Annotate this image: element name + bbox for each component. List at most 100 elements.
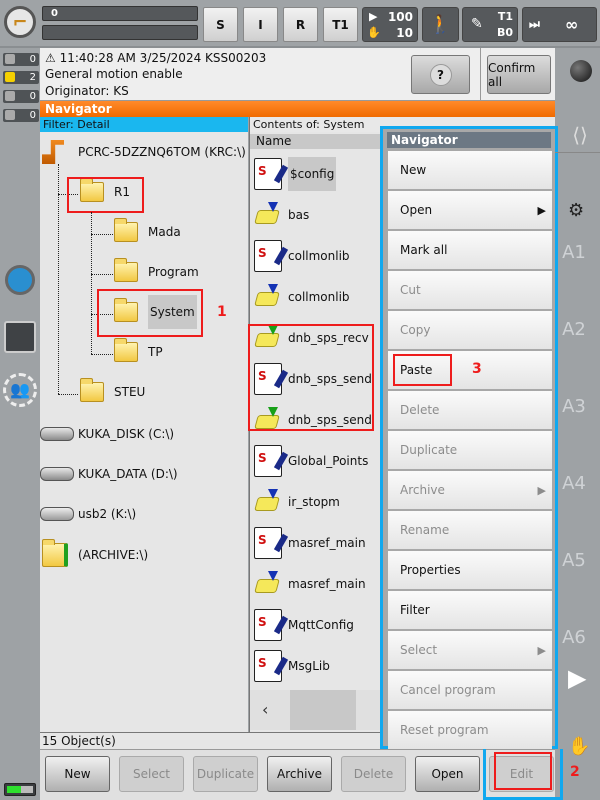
axis-label-a5[interactable]: A5 [554, 550, 594, 571]
file-name: collmonlib [288, 290, 350, 304]
menu-item-label: Reset program [400, 723, 489, 737]
file-list-item[interactable]: collmonlib [254, 279, 350, 315]
file-list-item[interactable]: ir_stopm [254, 484, 340, 520]
tree-item-kuka-disk[interactable]: KUKA_DISK (C:\) [40, 420, 174, 448]
tree-line [58, 164, 59, 394]
tool-number: T1 [497, 10, 513, 23]
horizontal-scrollbar[interactable]: ‹ [250, 690, 390, 730]
count: 0 [29, 110, 36, 121]
menu-item-delete[interactable]: Delete [388, 391, 552, 429]
settings-gear-icon[interactable] [5, 265, 35, 295]
menu-item-cancel-program[interactable]: Cancel program [388, 671, 552, 709]
scroll-left-icon[interactable]: ‹ [262, 700, 268, 719]
dialog-message-count[interactable]: 0 [3, 109, 39, 122]
tree-item-tp[interactable]: TP [114, 338, 163, 366]
folder-tree[interactable]: PCRC-5DZZNQ6TOM (KRC:\) R1 Mada Program … [40, 132, 248, 732]
file-list-item[interactable]: bas [254, 197, 309, 233]
axis-label-a3[interactable]: A3 [554, 396, 594, 417]
menu-item-label: Copy [400, 323, 431, 337]
menu-item-cut[interactable]: Cut [388, 271, 552, 309]
data-file-icon [254, 489, 282, 515]
duplicate-button[interactable]: Duplicate [193, 756, 258, 792]
column-header-name[interactable]: Name [250, 134, 390, 149]
tree-item-kuka-data[interactable]: KUKA_DATA (D:\) [40, 460, 178, 488]
count: 2 [29, 72, 36, 83]
operating-mode-button[interactable]: T1 [323, 7, 358, 42]
menu-item-label: Mark all [400, 243, 448, 257]
source-file-icon [254, 158, 282, 190]
menu-item-copy[interactable]: Copy [388, 311, 552, 349]
play-icon: ▶ [369, 10, 378, 23]
select-button[interactable]: Select [119, 756, 184, 792]
menu-item-archive[interactable]: Archive ▶ [388, 471, 552, 509]
message-timestamp: 11:40:28 AM 3/25/2024 KSS00203 [59, 51, 267, 65]
incremental-jog-button[interactable]: ⏭ ∞ [522, 7, 597, 42]
info-message-count[interactable]: 0 [3, 90, 39, 103]
tree-item-steu[interactable]: STEU [80, 378, 145, 406]
tree-label: KUKA_DATA (D:\) [78, 467, 178, 481]
message-window[interactable]: ⚠ 11:40:28 AM 3/25/2024 KSS00203 General… [40, 48, 555, 101]
axis-label-a4[interactable]: A4 [554, 473, 594, 494]
confirm-all-button[interactable]: Confirm all [487, 55, 551, 94]
file-name: $config [288, 157, 337, 191]
delete-button[interactable]: Delete [341, 756, 406, 792]
kuka-main-menu-icon[interactable]: ⌐ [4, 6, 36, 38]
file-list-item[interactable]: MqttConfig [254, 607, 354, 643]
menu-item-duplicate[interactable]: Duplicate [388, 431, 552, 469]
open-button[interactable]: Open [415, 756, 480, 792]
warning-message-count[interactable]: 2 [3, 71, 39, 84]
help-button[interactable]: ? [411, 55, 470, 94]
jog-mode-arc-icon[interactable]: ⟨⟩ [565, 95, 595, 175]
file-list-item[interactable]: masref_main [254, 525, 366, 561]
tree-label: (ARCHIVE:\) [78, 548, 149, 562]
menu-item-properties[interactable]: Properties [388, 551, 552, 589]
clock-icon[interactable] [4, 321, 36, 353]
file-list[interactable]: Name $configbascollmonlibcollmonlibdnb_s… [248, 132, 390, 732]
new-button[interactable]: New [45, 756, 110, 792]
scrollbar-thumb[interactable] [290, 690, 356, 730]
tree-item-program[interactable]: Program [114, 258, 199, 286]
tree-label: Mada [148, 225, 181, 239]
menu-item-rename[interactable]: Rename [388, 511, 552, 549]
override-display[interactable]: ▶ 100 ✋ 10 [362, 7, 418, 42]
axis-jog-robot-icon[interactable]: ⚙ [568, 200, 584, 221]
axis-label-a2[interactable]: A2 [554, 319, 594, 340]
ack-message-count[interactable]: 0 [3, 53, 39, 66]
axis-label-a1[interactable]: A1 [554, 242, 594, 263]
tree-line [91, 274, 113, 275]
hard-drive-icon [40, 467, 74, 481]
hand-icon[interactable]: ✋ [568, 736, 590, 757]
drives-button[interactable]: I [243, 7, 278, 42]
run-mode-button[interactable]: 🚶 [422, 7, 459, 42]
file-list-item[interactable]: masref_main [254, 566, 366, 602]
menu-item-open[interactable]: Open ▶ [388, 191, 552, 229]
file-list-item[interactable]: Global_Points [254, 443, 368, 479]
archive-button[interactable]: Archive [267, 756, 332, 792]
axis-label-a6[interactable]: A6 [554, 627, 594, 648]
globe-icon[interactable] [570, 60, 592, 82]
menu-item-filter[interactable]: Filter [388, 591, 552, 629]
start-play-icon[interactable]: ▶ [568, 664, 586, 692]
file-list-item[interactable]: MsgLib [254, 648, 330, 684]
tree-item-usb2[interactable]: usb2 (K:\) [40, 500, 136, 528]
tree-item-root[interactable]: PCRC-5DZZNQ6TOM (KRC:\) [42, 138, 246, 166]
menu-item-label: Open [400, 203, 433, 217]
file-name: masref_main [288, 536, 366, 550]
tool-base-display[interactable]: ✎ T1 B0 [462, 7, 518, 42]
user-group-icon[interactable]: 👥 [3, 373, 37, 407]
file-list-item[interactable]: $config [254, 156, 337, 192]
submenu-arrow-icon: ▶ [537, 203, 546, 217]
robot-interpreter-button[interactable]: R [283, 7, 318, 42]
menu-item-new[interactable]: New [388, 151, 552, 189]
file-list-item[interactable]: collmonlib [254, 238, 350, 274]
increment-icon: ⏭ [529, 17, 540, 31]
warning-icon [5, 72, 15, 82]
tree-item-archive[interactable]: (ARCHIVE:\) [42, 538, 148, 572]
increment-value: ∞ [565, 15, 579, 34]
submit-interpreter-button[interactable]: S [203, 7, 238, 42]
menu-item-reset-program[interactable]: Reset program [388, 711, 552, 749]
menu-item-select[interactable]: Select ▶ [388, 631, 552, 669]
menu-item-mark-all[interactable]: Mark all [388, 231, 552, 269]
archive-folder-icon [42, 539, 68, 567]
tree-item-mada[interactable]: Mada [114, 218, 181, 246]
